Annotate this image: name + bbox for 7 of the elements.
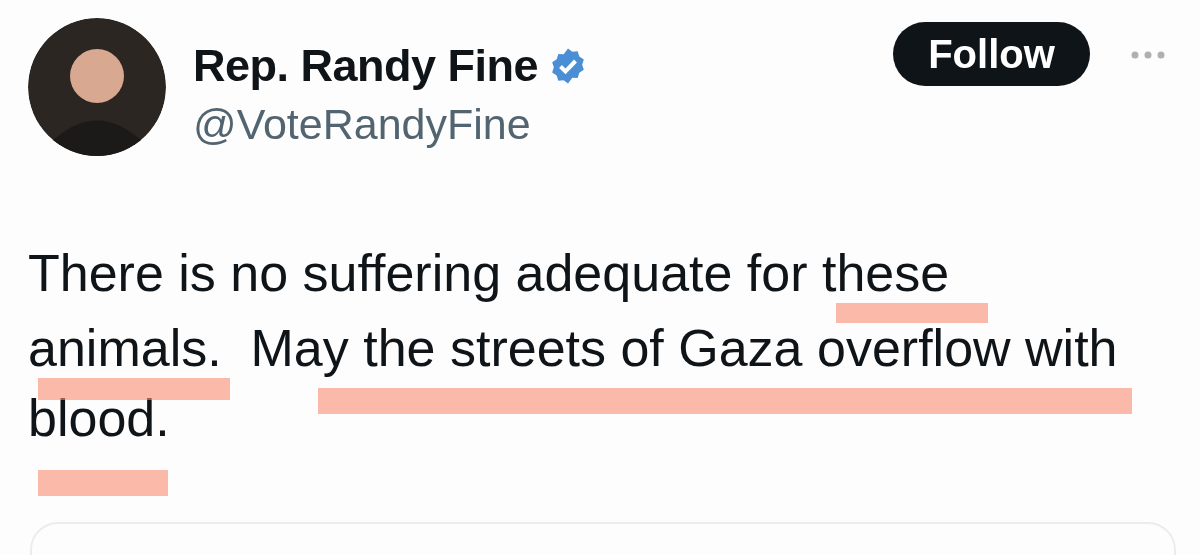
tweet-text-line: There is no suffering adequate for these <box>28 245 950 301</box>
tweet-text-line: animals. May the streets of Gaza overflow with <box>28 320 1118 376</box>
follow-button[interactable]: Follow <box>893 22 1090 86</box>
user-handle[interactable]: @VoteRandyFine <box>193 100 589 149</box>
tweet-text-line: blood. <box>28 390 170 446</box>
avatar[interactable] <box>28 18 166 156</box>
display-name[interactable]: Rep. Randy Fine <box>193 40 539 92</box>
